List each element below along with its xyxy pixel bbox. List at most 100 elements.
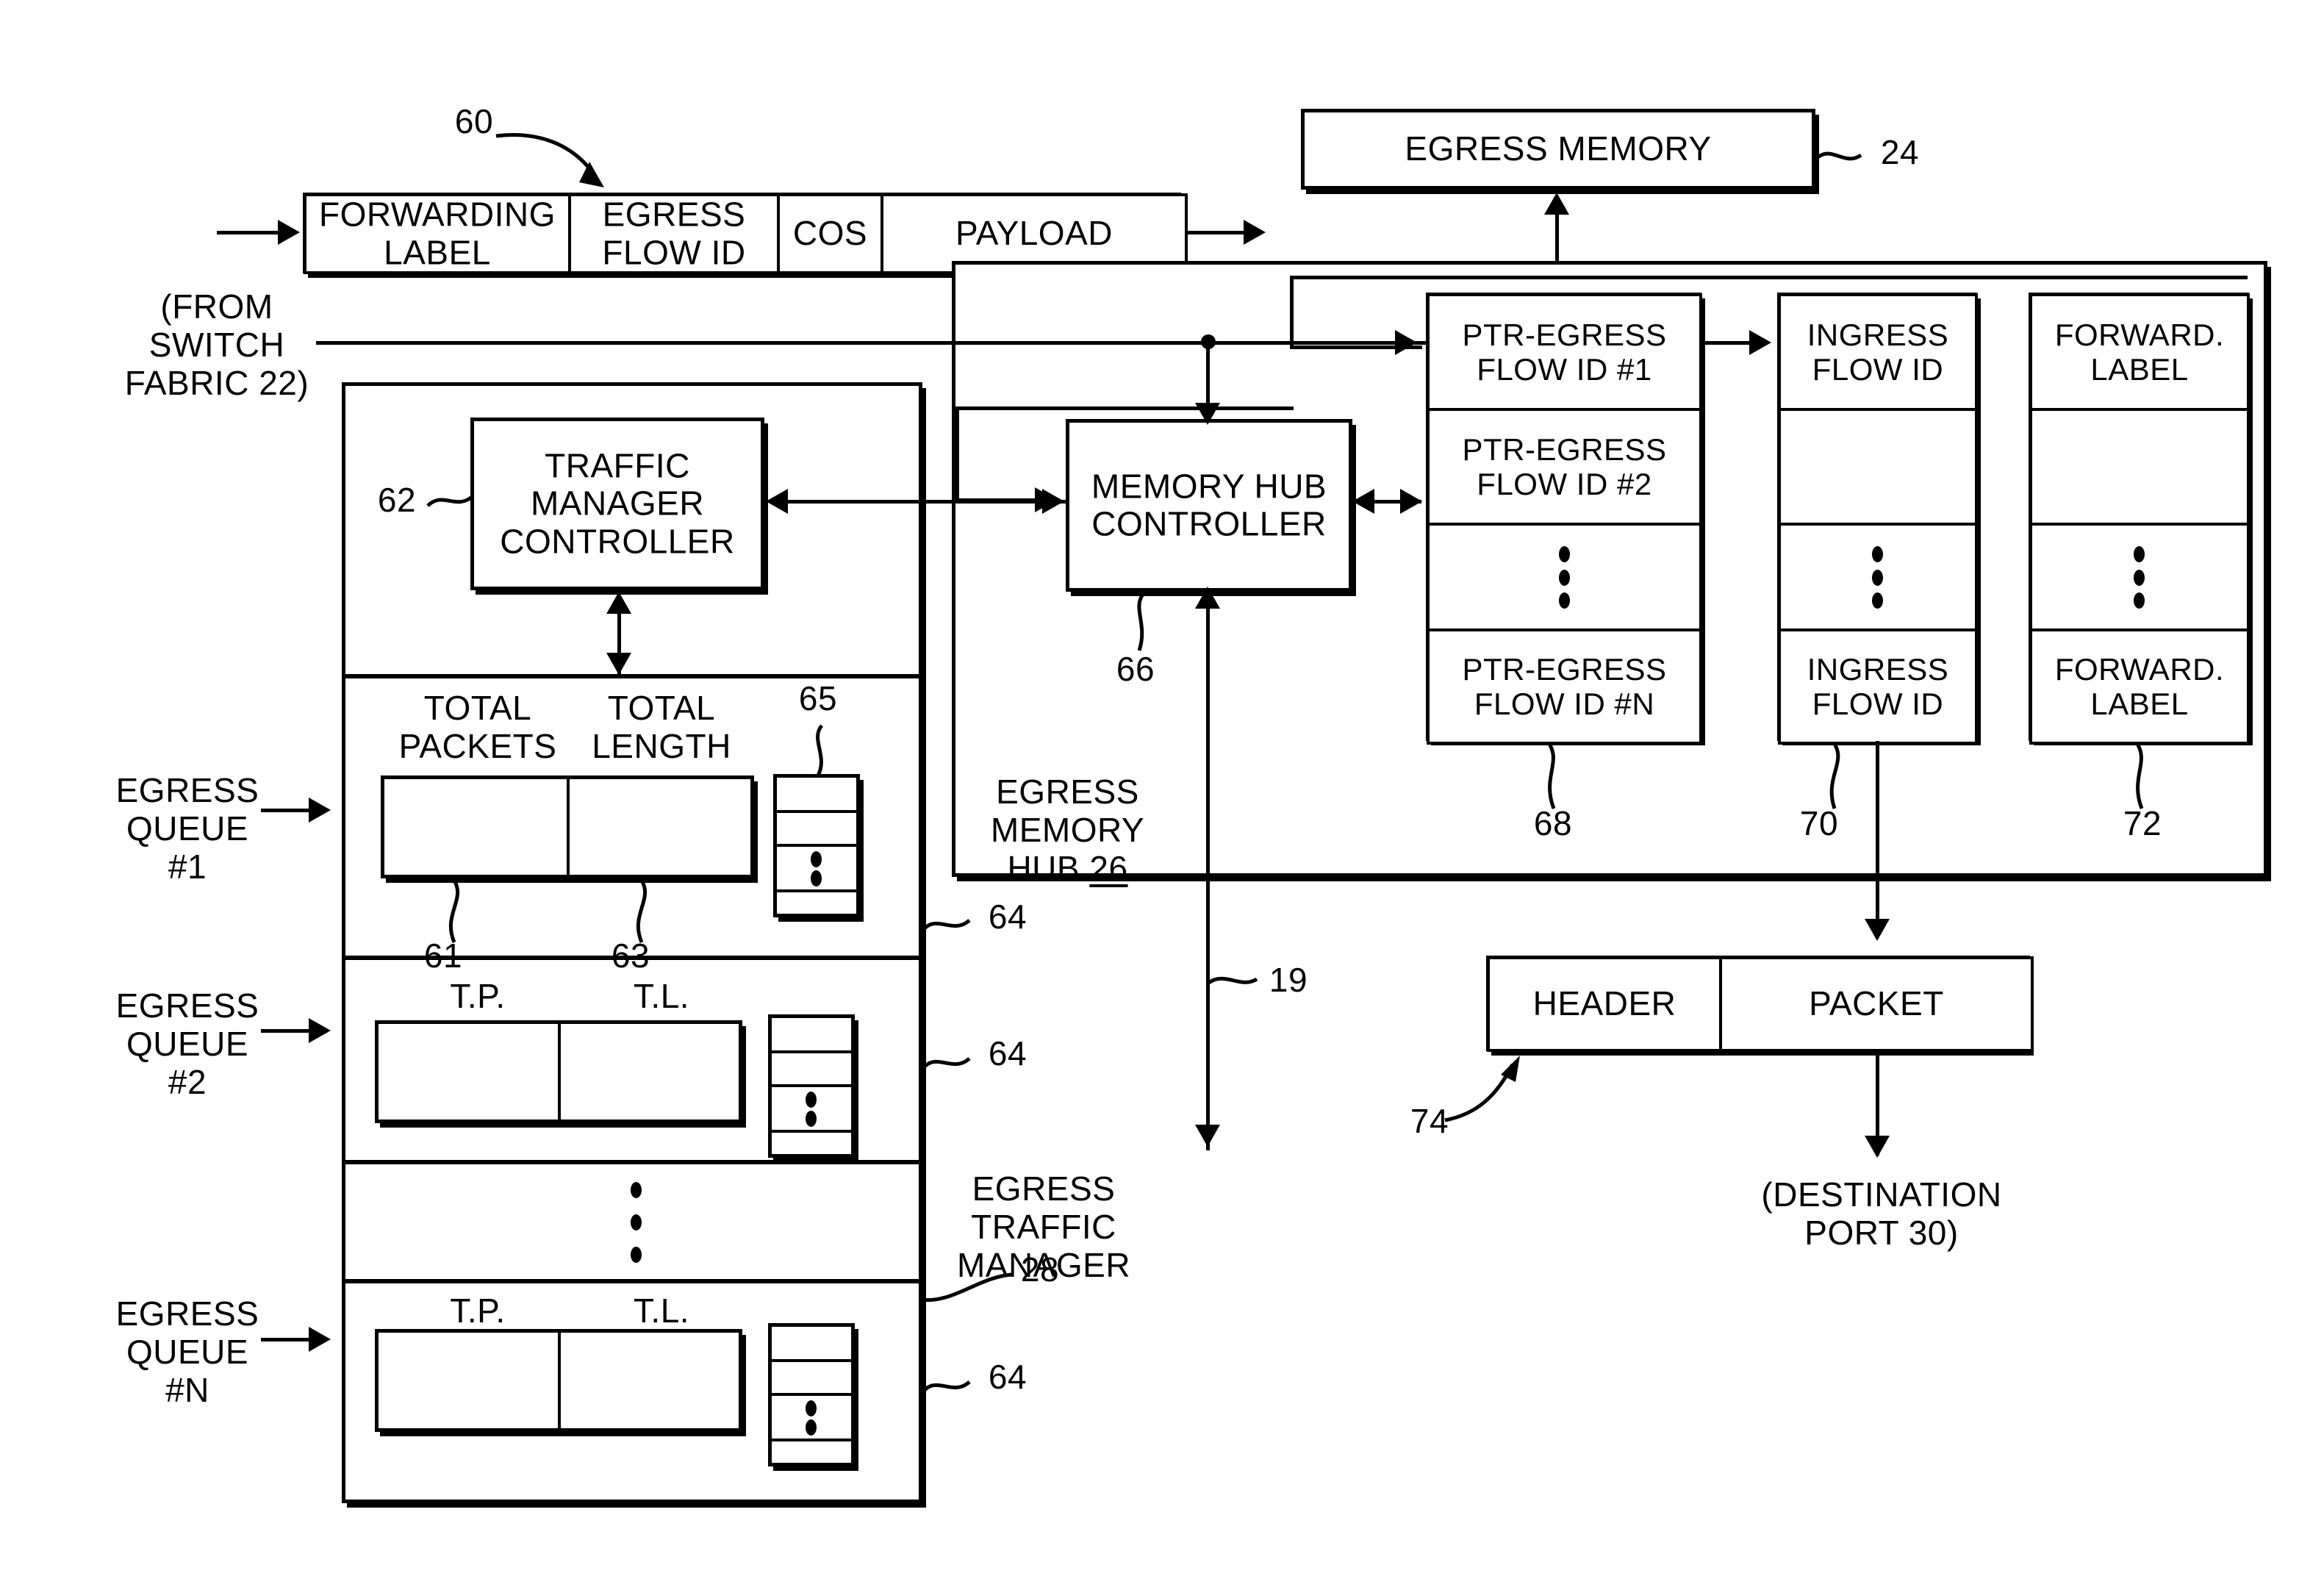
stack-divider	[774, 810, 861, 813]
table-column-forward-label: FORWARD. LABEL FORWARD. LABEL	[2029, 293, 2250, 745]
stack-divider	[774, 889, 861, 892]
egress-queue-2-label: EGRESS QUEUE #2	[115, 986, 259, 1101]
stack-divider	[769, 1050, 856, 1053]
col68-to-col70-line	[1701, 341, 1753, 345]
ref-72-leader	[2135, 742, 2144, 809]
table-to-output-arrowhead	[1865, 919, 1890, 941]
egress-queue-1-label: EGRESS QUEUE #1	[115, 771, 259, 886]
packet-out-arrowhead	[1244, 220, 1266, 245]
ref-19-arrow-down	[1195, 1125, 1220, 1147]
queue-1-in-arrowhead	[309, 798, 331, 823]
queue-n-col1-header: T.P.	[450, 1292, 506, 1330]
queue-1-counter-box	[381, 775, 754, 878]
vertical-ellipsis-icon	[1558, 546, 1570, 609]
table-cell	[1778, 408, 1978, 526]
ref-19-line	[1206, 592, 1210, 1150]
ref-63: 63	[611, 936, 650, 975]
stack-divider	[769, 1359, 856, 1362]
queue-n-col2-header: T.L.	[633, 1292, 690, 1330]
tm-to-hub-arrow-left	[766, 489, 788, 514]
ref-64-a-leader	[922, 919, 971, 931]
output-to-destination-arrowhead	[1865, 1136, 1890, 1158]
table-cell-label: FORWARD. LABEL	[2054, 651, 2225, 721]
ref-66-leader	[1137, 592, 1146, 651]
table-to-output-line	[1876, 741, 1879, 938]
table-column-ptr-egress-flow-id: PTR-EGRESS FLOW ID #1 PTR-EGRESS FLOW ID…	[1426, 293, 1702, 745]
queue-1-col2-header: TOTAL LENGTH	[592, 689, 731, 765]
tm-controller-down-arrow-up	[606, 592, 631, 614]
col68-to-col70-arrowhead	[1749, 330, 1771, 355]
queue-n-packet-stack	[768, 1323, 856, 1466]
ref-65-leader	[815, 724, 824, 778]
patent-figure: 60 FORWARDING LABEL EGRESS FLOW ID COS P…	[0, 0, 2324, 1587]
tm-to-hub-line	[773, 500, 1067, 504]
ref-68-leader	[1547, 742, 1556, 809]
ref-64-c-leader	[922, 1380, 971, 1392]
stack-divider	[769, 1439, 856, 1441]
ref-19: 19	[1269, 961, 1308, 999]
queue-1-counter-divider	[567, 775, 570, 878]
table-cell: PTR-EGRESS FLOW ID #1	[1427, 293, 1702, 411]
packet-out-line	[1185, 231, 1247, 234]
ref-63-leader	[636, 879, 648, 943]
ref-72: 72	[2123, 804, 2162, 842]
ref-74: 74	[1410, 1102, 1449, 1140]
fabric-bus-line	[316, 341, 1426, 345]
egress-memory-box: EGRESS MEMORY	[1301, 109, 1815, 190]
queue-2-col1-header: T.P.	[450, 977, 506, 1015]
ref-62: 62	[377, 481, 417, 519]
table-cell: FORWARD. LABEL	[2029, 628, 2250, 745]
packet-field-label: PAYLOAD	[955, 214, 1113, 253]
table-cell	[2029, 408, 2250, 526]
table-cell-label: INGRESS FLOW ID	[1807, 317, 1949, 387]
table-cell-label: PTR-EGRESS FLOW ID #2	[1462, 431, 1667, 501]
ref-70-leader	[1829, 742, 1840, 809]
table-cell: INGRESS FLOW ID	[1778, 293, 1978, 411]
ref-65: 65	[798, 679, 838, 717]
vertical-ellipsis-icon	[1872, 546, 1883, 609]
packet-field-label: FORWARDING LABEL	[319, 195, 556, 271]
hub-controller-to-table-arrow-left	[1352, 489, 1374, 514]
etm-divider-1	[344, 674, 920, 678]
queue-2-col2-header: T.L.	[633, 977, 690, 1015]
payload-to-table-seg-h1	[1292, 276, 2248, 279]
memory-hub-controller-label: MEMORY HUB CONTROLLER	[1091, 466, 1327, 543]
packet-field-egress-flow-id: EGRESS FLOW ID	[568, 193, 780, 274]
queue-list-ellipsis-icon	[628, 1182, 643, 1263]
vertical-ellipsis-icon	[2134, 546, 2145, 609]
table-cell-label: PTR-EGRESS FLOW ID #N	[1462, 651, 1667, 721]
egress-memory-link-arrow-up	[1544, 193, 1569, 215]
ref-61-leader	[448, 879, 460, 943]
ref-68: 68	[1533, 804, 1573, 842]
ref-28: 28	[1020, 1250, 1060, 1289]
ref-64-c: 64	[988, 1358, 1027, 1396]
ref-24: 24	[1880, 133, 1920, 171]
table-cell: INGRESS FLOW ID	[1778, 628, 1978, 745]
fabric-bus-arrowhead	[1395, 330, 1417, 355]
table-cell-label: PTR-EGRESS FLOW ID #1	[1462, 317, 1667, 387]
queue-2-counter-box	[375, 1020, 742, 1123]
ref-64-b: 64	[988, 1034, 1027, 1072]
payload-to-table-seg-v1	[1290, 276, 1294, 349]
queue-2-in-arrowhead	[309, 1018, 331, 1043]
etm-divider-4	[344, 1279, 920, 1283]
output-field-label: HEADER	[1532, 984, 1676, 1023]
destination-port-label: (DESTINATION PORT 30)	[1761, 1175, 2002, 1252]
queue-1-col1-header: TOTAL PACKETS	[398, 689, 557, 765]
queue-2-counter-divider	[558, 1020, 561, 1123]
packet-field-forwarding-label: FORWARDING LABEL	[304, 193, 571, 274]
table-cell-label: INGRESS FLOW ID	[1807, 651, 1949, 721]
output-field-packet: PACKET	[1719, 956, 2034, 1052]
queue-1-in-line	[261, 809, 316, 812]
table-column-ingress-flow-id: INGRESS FLOW ID INGRESS FLOW ID	[1777, 293, 1978, 745]
table-cell-label: FORWARD. LABEL	[2054, 317, 2225, 387]
egress-memory-title: EGRESS MEMORY	[1405, 129, 1712, 168]
traffic-manager-controller-label: TRAFFIC MANAGER CONTROLLER	[500, 446, 735, 561]
hub-feed-line-v	[955, 406, 959, 500]
ref-66: 66	[1116, 650, 1155, 688]
ref-64-b-leader	[922, 1057, 971, 1069]
queue-2-in-line	[261, 1029, 316, 1033]
vertical-ellipsis-icon	[806, 1400, 817, 1436]
packet-field-label: COS	[792, 214, 868, 253]
traffic-manager-controller-box: TRAFFIC MANAGER CONTROLLER	[470, 418, 764, 590]
